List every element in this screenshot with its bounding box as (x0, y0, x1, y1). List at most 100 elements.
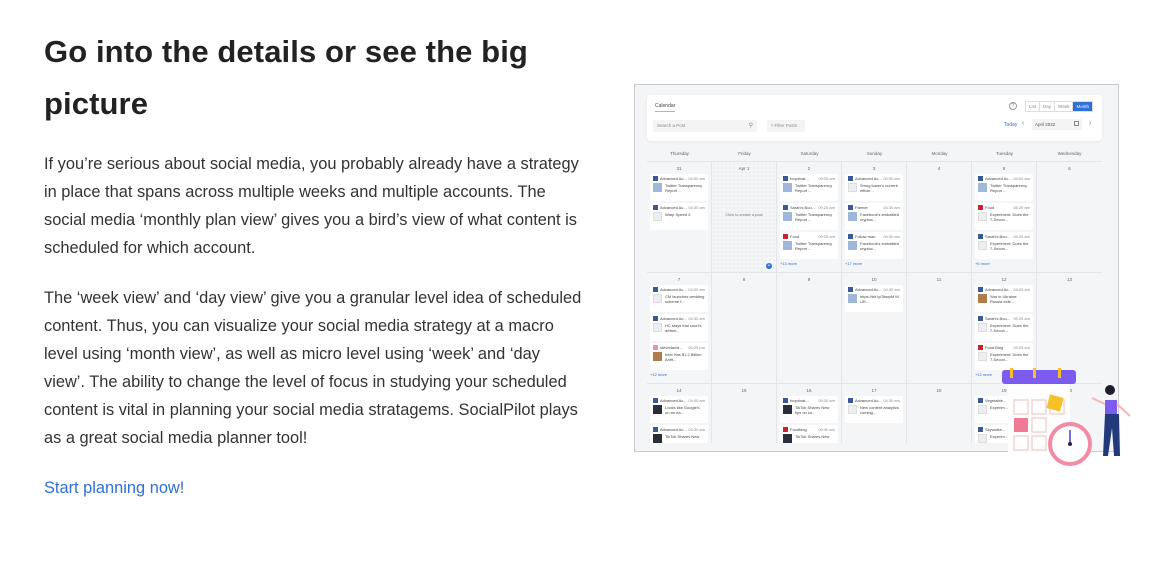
post-thumbnail (848, 405, 857, 414)
detail-paragraph: The ‘week view’ and ‘day view’ give you … (44, 289, 582, 447)
scheduled-post[interactable]: Advanced Ac... 04:00 am Looks like Google'… (650, 396, 708, 423)
view-month-button[interactable]: Month (1073, 102, 1092, 111)
facebook-icon (783, 205, 788, 210)
facebook-icon (978, 287, 983, 292)
more-posts-link[interactable]: +12 more (650, 372, 708, 377)
scheduled-post[interactable]: Food Blog 09:25 am Experiment: Does the 7-… (975, 343, 1033, 370)
day-cell[interactable]: 15 (712, 384, 777, 443)
scheduled-post[interactable]: Advanced Ac... 04:00 am War in Ukraine: Ru… (975, 285, 1033, 312)
post-account: Advanced Ac... (660, 205, 687, 210)
scheduled-post[interactable]: Advanced Ac... 04:30 am Smog tower's curre… (845, 174, 903, 201)
scheduled-post[interactable]: Food 05:25 am Experiment: Does the 7-Secon… (975, 203, 1033, 230)
tab-calendar[interactable]: Calendar (655, 103, 676, 112)
facebook-icon (653, 176, 658, 181)
pinterest-icon (978, 345, 983, 350)
more-posts-link[interactable]: +17 more (845, 261, 903, 266)
post-text: Smog tower's current efficie... (860, 183, 898, 193)
post-thumbnail (783, 434, 792, 443)
facebook-icon (978, 176, 983, 181)
week-row: 31 Advanced Ac... 04:00 am Twitter Transpar… (647, 161, 1102, 272)
scheduled-post[interactable]: Sarah's Bou... 09:25 am Twitter Transparen… (780, 203, 838, 230)
scheduled-post[interactable]: Advanced Ac... 04:30 am HC stays trial cou… (650, 314, 708, 341)
post-body: HC stays trial court's defam... (653, 323, 705, 333)
pinterest-icon (783, 234, 788, 239)
scheduled-post[interactable]: Foodblog 09:30 am TikTok Shares New (780, 425, 838, 443)
scheduled-post[interactable]: Follow man 04:30 am Facebook's embattled c… (845, 232, 903, 259)
scheduled-post[interactable]: Advanced Ac... 04:00 am Twitter Transparen… (975, 174, 1033, 201)
post-thumbnail (783, 212, 792, 221)
chevron-right-icon[interactable]: › (1089, 120, 1091, 127)
day-cell[interactable]: 3 Advanced Ac... 04:30 am Smog tower's curr… (842, 162, 907, 272)
day-number: 2 (807, 166, 811, 171)
more-posts-link[interactable]: +6 more (975, 261, 1033, 266)
post-text: Experiment: Does the 7-Secon... (990, 352, 1029, 362)
view-week-button[interactable]: Week (1055, 102, 1074, 111)
day-cell[interactable]: 16 fooprivat... 09:30 am TikTok Shares New … (777, 384, 842, 443)
day-cell[interactable]: 5 Advanced Ac... 04:00 am Twitter Transpare… (972, 162, 1037, 272)
scheduled-post[interactable]: Advanced Ac... 04:00 am CM launches weddin… (650, 285, 708, 312)
day-cell[interactable]: 14 Advanced Ac... 04:00 am Looks like Googl… (647, 384, 712, 443)
day-cell[interactable]: 13 (1037, 273, 1102, 383)
add-post-icon[interactable]: + (766, 263, 772, 269)
scheduled-post[interactable]: Advanced Ac... 04:30 am TikTok Shares New (650, 425, 708, 443)
post-time: 04:00 am (688, 176, 705, 181)
post-text: New content analytics coming... (860, 405, 899, 415)
view-list-button[interactable]: List (1026, 102, 1041, 111)
facebook-icon (848, 205, 853, 210)
post-thumbnail (978, 294, 987, 303)
month-picker[interactable]: April 2022 (1032, 119, 1082, 130)
day-cell[interactable]: 10 Advanced Ac... 04:30 am https://bit.ly/3… (842, 273, 907, 383)
scheduled-post[interactable]: Advanced Ac... 04:30 am Warp Speed 2 (650, 203, 708, 230)
day-cell[interactable]: 12 Advanced Ac... 04:00 am War in Ukraine: … (972, 273, 1037, 383)
scheduled-post[interactable]: stevedavid... 04:25 pm Intel Has $1.2 Bill… (650, 343, 708, 370)
click-to-create-hint[interactable]: Click to create a post (712, 212, 776, 217)
day-cell[interactable]: 4 (907, 162, 972, 272)
day-cell[interactable]: Apr 1 Click to create a post + (712, 162, 777, 272)
day-number: 15 (741, 388, 747, 393)
filter-posts-button[interactable]: ▿ Filter Posts (767, 120, 805, 132)
post-thumbnail (848, 212, 857, 221)
calendar-binder-icon (1002, 370, 1076, 384)
post-text: Twitter Transparency Report ... (665, 183, 703, 193)
scheduled-post[interactable]: fooprivat... 09:25 am Twitter Transparency… (780, 174, 838, 201)
post-text: Experiment: Does the 7-Secon... (990, 241, 1029, 251)
day-number: 13 (1066, 277, 1072, 282)
post-account: Sarah's Bou... (985, 234, 1010, 239)
scheduled-post[interactable]: Sarah's Bou... 05:25 am Experiment: Does t… (975, 232, 1033, 259)
post-header: Advanced Ac... 04:30 am (848, 287, 900, 292)
day-number: 6 (1068, 166, 1071, 171)
day-cell[interactable]: 17 Advanced Ac... 04:30 am New content anal… (842, 384, 907, 443)
weekday-label: Tuesday (995, 151, 1014, 156)
today-button[interactable]: Today (1004, 122, 1017, 128)
day-cell[interactable]: 2 fooprivat... 09:25 am Twitter Transparenc… (777, 162, 842, 272)
scheduled-post[interactable]: Advanced Ac... 04:00 am Twitter Transparen… (650, 174, 708, 201)
facebook-icon (848, 176, 853, 181)
post-header: Farmer 04:30 am (848, 205, 900, 210)
post-header: Advanced Ac... 04:00 am (653, 398, 705, 403)
post-body: Looks like Google's on an ea... (653, 405, 705, 415)
search-input[interactable]: Search a Post ⚲ (653, 120, 757, 132)
scheduled-post[interactable]: Farmer 04:30 am Facebook's embattled crypt… (845, 203, 903, 230)
scheduled-post[interactable]: Advanced Ac... 04:30 am https://bit.ly/3bw… (845, 285, 903, 312)
help-icon[interactable]: ? (1009, 102, 1017, 110)
day-cell[interactable]: 31 Advanced Ac... 04:00 am Twitter Transpar… (647, 162, 712, 272)
scheduled-post[interactable]: Advanced Ac... 04:30 am New content analyt… (845, 396, 903, 423)
planner-illustration (1002, 368, 1131, 466)
post-thumbnail (653, 323, 662, 332)
post-header: Advanced Ac... 04:00 am (978, 176, 1030, 181)
day-cell[interactable]: 18 (907, 384, 972, 443)
scheduled-post[interactable]: fooprivat... 09:30 am TikTok Shares New ti… (780, 396, 838, 423)
day-number: 7 (677, 277, 681, 282)
day-cell[interactable]: 7 Advanced Ac... 04:00 am CM launches weddi… (647, 273, 712, 383)
scheduled-post[interactable]: Food 09:25 am Twitter Transparency Report … (780, 232, 838, 259)
post-header: stevedavid... 04:25 pm (653, 345, 705, 350)
day-cell[interactable]: 6 (1037, 162, 1102, 272)
start-planning-link[interactable]: Start planning now! (44, 474, 184, 502)
day-cell[interactable]: 9 (777, 273, 842, 383)
day-cell[interactable]: 11 (907, 273, 972, 383)
day-cell[interactable]: 8 (712, 273, 777, 383)
view-day-button[interactable]: Day (1040, 102, 1056, 111)
more-posts-link[interactable]: +13 more (780, 261, 838, 266)
chevron-left-icon[interactable]: ‹ (1022, 120, 1024, 127)
scheduled-post[interactable]: Sarah's Bou... 09:25 am Experiment: Does t… (975, 314, 1033, 341)
